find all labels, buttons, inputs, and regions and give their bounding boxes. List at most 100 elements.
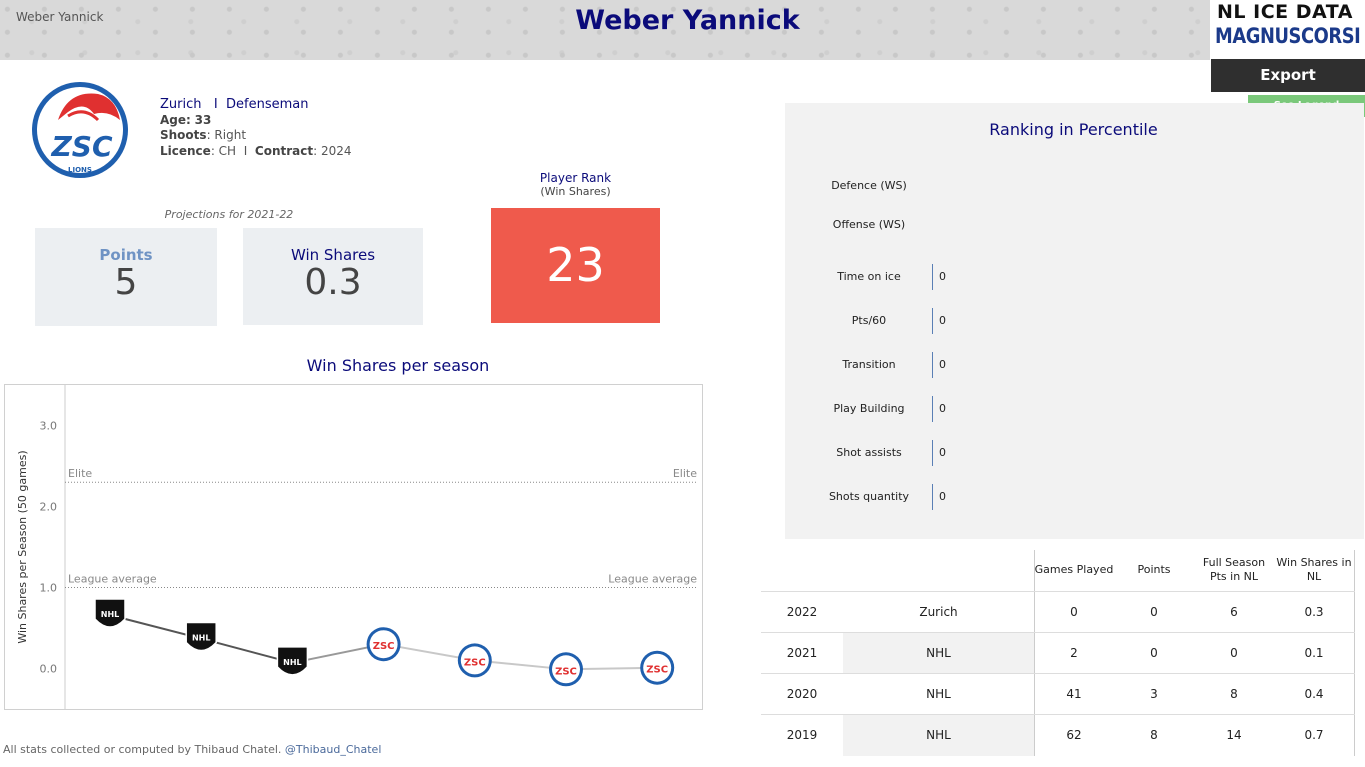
team-cell: NHL (926, 687, 951, 701)
table-row: 2022 Zurich 0 0 6 0.3 (761, 591, 1355, 632)
y-tick-label: 1.0 (40, 582, 58, 595)
team-position-line: Zurich I Defenseman (160, 97, 352, 113)
player-rank-title: Player Rank (Win Shares) (491, 171, 660, 199)
table-row: 2019 NHL 62 8 14 0.7 (761, 714, 1355, 756)
shoots-line: Shoots: Right (160, 128, 352, 144)
team-logo-sub: LIONS (68, 166, 92, 174)
season-stats-table: Games Played Points Full Season Pts in N… (761, 550, 1355, 756)
contract-label: Contract (254, 143, 314, 158)
nhl-marker-label: NHL (101, 610, 120, 619)
points-cell: 0 (1150, 605, 1158, 619)
licence-line: Licence: CH I Contract: 2024 (160, 144, 352, 160)
zsc-marker-label: ZSC (464, 657, 486, 668)
ranking-row: Pts/60 0 (785, 308, 1085, 334)
reference-label-left: League average (68, 573, 157, 586)
player-rank-subtitle: (Win Shares) (540, 185, 611, 198)
win-shares-value: 0.3 (304, 262, 362, 303)
ranking-bar (932, 396, 933, 422)
win-shares-cell: 0.1 (1304, 646, 1324, 660)
team-logo-text: ZSC (50, 130, 112, 163)
ranking-row: Shots quantity 0 (785, 484, 1085, 510)
ranking-bar (932, 484, 933, 510)
ranking-row-offense: Offense (WS) (785, 212, 1085, 238)
export-button[interactable]: Export (1211, 59, 1365, 92)
projections-label: Projections for 2021-22 (164, 208, 294, 221)
points-value: 5 (114, 262, 138, 303)
win-shares-cell: 0.4 (1304, 687, 1324, 701)
team-logo-icon: ZSC LIONS (32, 82, 128, 178)
age-label: Age: (160, 112, 191, 127)
ranking-row-defence: Defence (WS) (785, 173, 1085, 199)
ranking-value: 0 (939, 358, 946, 371)
y-axis-label: Win Shares per Season (50 games) (16, 450, 29, 643)
full-season-cell: 8 (1230, 687, 1238, 701)
ranking-value: 0 (939, 446, 946, 459)
player-info: Zurich I Defenseman Age: 33 Shoots: Righ… (160, 97, 352, 159)
contract-separator: I (243, 143, 248, 158)
reference-label-right: League average (608, 573, 697, 586)
ranking-label: Offense (WS) (832, 218, 906, 231)
ranking-label: Shots quantity (828, 490, 910, 503)
season-cell: 2022 (786, 605, 818, 619)
chart-svg: 0.0 1.0 2.0 3.0 Win Shares per Season (50 ga… (16, 385, 698, 730)
reference-label-right: Elite (673, 467, 697, 480)
ranking-label: Transition (842, 358, 896, 371)
nhl-marker-label: NHL (192, 634, 211, 643)
team-name: Zurich (160, 97, 202, 112)
team-cell: NHL (843, 715, 1034, 756)
zsc-marker-label: ZSC (555, 666, 577, 677)
full-season-cell: 6 (1230, 605, 1238, 619)
table-row: 2021 NHL 2 0 0 0.1 (761, 632, 1355, 674)
position: Defenseman (226, 97, 309, 112)
ranking-value: 0 (939, 270, 946, 283)
table-row: 2020 NHL 41 3 8 0.4 (761, 673, 1355, 714)
player-rank-value: 23 (491, 208, 660, 323)
contract-value: : 2024 (313, 143, 352, 158)
full-season-cell: 0 (1230, 646, 1238, 660)
licence-value: : CH (210, 143, 237, 158)
column-header: Games Played (1034, 563, 1114, 576)
zsc-marker-label: ZSC (373, 641, 395, 652)
ranking-label: Play Building (833, 402, 905, 415)
y-tick-label: 0.0 (40, 663, 58, 676)
ranking-label: Time on ice (837, 270, 901, 283)
ranking-value: 0 (939, 402, 946, 415)
games-cell: 41 (1066, 687, 1082, 701)
brand-line2: MAGNUSCORSI (1215, 24, 1361, 48)
ranking-bar (932, 308, 933, 334)
points-card: Points 5 (35, 228, 217, 326)
points-cell: 3 (1150, 687, 1158, 701)
page-title: Weber Yannick (575, 5, 800, 36)
full-season-cell: 14 (1226, 728, 1242, 742)
twitter-handle-link[interactable]: @Thibaud_Chatel (285, 743, 381, 756)
ranking-label: Defence (WS) (831, 179, 907, 192)
age-value: 33 (194, 112, 212, 127)
brand-logo: NL ICE DATA MAGNUSCORSI (1211, 0, 1365, 58)
chart-title: Win Shares per season (306, 356, 490, 375)
ranking-title: Ranking in Percentile (989, 120, 1158, 139)
ranking-bar (932, 264, 933, 290)
nhl-marker-label: NHL (283, 658, 302, 667)
games-cell: 62 (1066, 728, 1082, 742)
age-line: Age: 33 (160, 113, 352, 129)
points-cell: 8 (1150, 728, 1158, 742)
reference-label-left: Elite (68, 467, 92, 480)
separator: I (213, 97, 218, 112)
points-cell: 0 (1150, 646, 1158, 660)
column-header: Full Season Pts in NL (1202, 556, 1266, 583)
win-shares-card: Win Shares 0.3 (243, 228, 423, 325)
ranking-bar (932, 440, 933, 466)
win-shares-cell: 0.3 (1304, 605, 1324, 619)
footer-text: All stats collected or computed by Thiba… (3, 743, 282, 756)
season-cell: 2020 (786, 687, 818, 701)
season-cell: 2019 (786, 728, 818, 742)
player-dashboard: { "banner": { "breadcrumb": "Weber Yanni… (0, 0, 1365, 767)
ranking-bar (932, 352, 933, 378)
games-cell: 2 (1070, 646, 1078, 660)
ranking-value: 0 (939, 490, 946, 503)
ranking-label: Shot assists (836, 446, 902, 459)
ranking-value: 0 (939, 314, 946, 327)
ranking-row: Time on ice 0 (785, 264, 1085, 290)
y-tick-label: 3.0 (40, 420, 58, 433)
ranking-row: Shot assists 0 (785, 440, 1085, 466)
